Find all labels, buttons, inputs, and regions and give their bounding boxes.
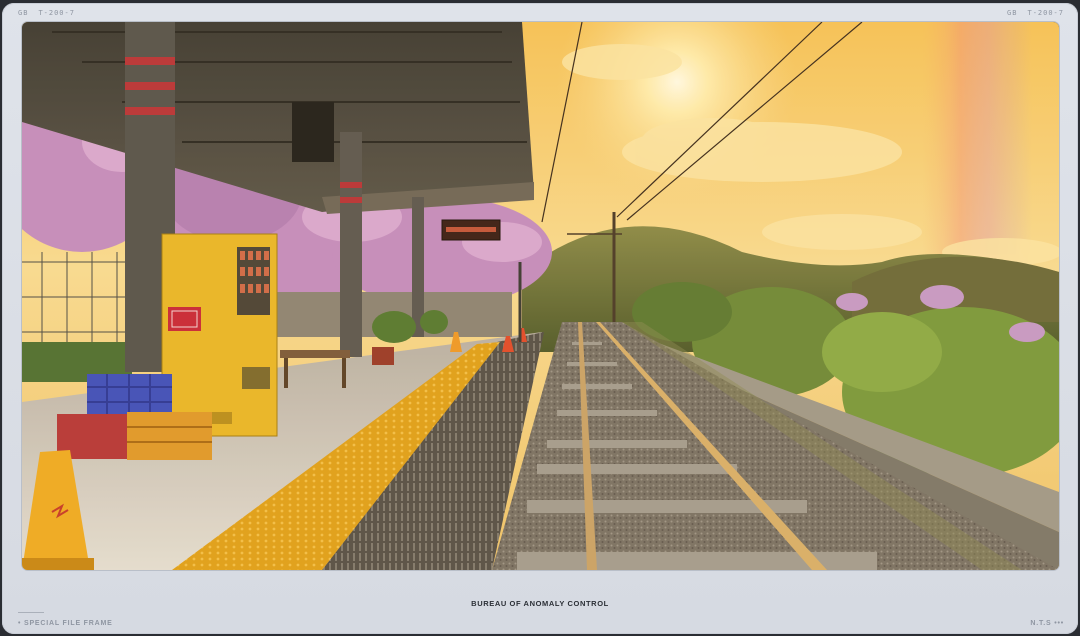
corner-right-label: GB [1007, 9, 1018, 17]
footer-right-text: N.T.S ••• [1030, 620, 1064, 627]
file-frame: GB T-200-7 GB T-200-7 BUREAU OF ANOMALY … [2, 3, 1078, 634]
corner-left-code: T-200-7 [38, 9, 75, 17]
scene-viewport [22, 22, 1059, 570]
corner-right-code: T-200-7 [1027, 9, 1064, 17]
footer-left-text: • SPECIAL FILE FRAME [18, 620, 113, 627]
corner-label-right: GB T-200-7 [1007, 9, 1064, 17]
footer-title: BUREAU OF ANOMALY CONTROL [471, 599, 609, 608]
corner-label-left: GB T-200-7 [18, 9, 75, 17]
station-scene-illustration [22, 22, 1059, 570]
corner-left-label: GB [18, 9, 29, 17]
footer-left-rule [18, 612, 44, 613]
